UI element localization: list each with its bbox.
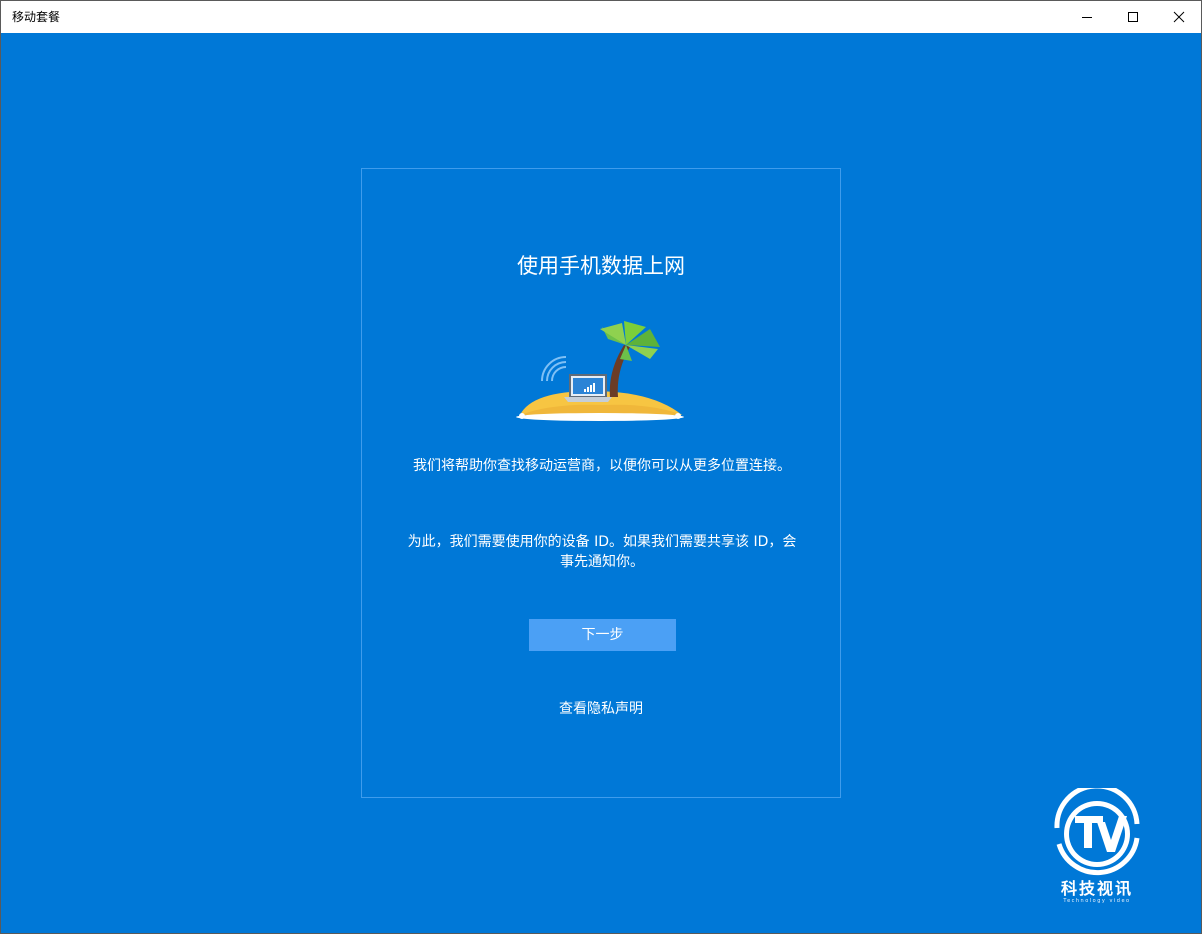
app-window: 移动套餐 使用手机数据上网 我们将帮助你查找移动运营商，以便你可以从更多位置连接…: [0, 0, 1202, 934]
privacy-statement-link[interactable]: 查看隐私声明: [362, 699, 840, 719]
watermark-name: 科技视讯: [1060, 879, 1133, 898]
minimize-button[interactable]: [1064, 1, 1110, 33]
content-area: 使用手机数据上网 我们将帮助你查找移动运营商，以便你可以从更多位置连接。 为此，…: [1, 33, 1201, 933]
tv-logo-icon: [1054, 783, 1140, 876]
window-title: 移动套餐: [12, 10, 61, 24]
minimize-icon: [1082, 17, 1092, 18]
close-icon: [1173, 11, 1185, 23]
description-paragraph-1: 我们将帮助你查找移动运营商，以便你可以从更多位置连接。: [413, 458, 791, 474]
maximize-button[interactable]: [1110, 1, 1156, 33]
title-bar[interactable]: 移动套餐: [1, 1, 1201, 33]
close-button[interactable]: [1156, 1, 1201, 33]
setup-panel: 使用手机数据上网 我们将帮助你查找移动运营商，以便你可以从更多位置连接。 为此，…: [361, 168, 841, 798]
maximize-icon: [1128, 12, 1138, 22]
watermark-logo: 科技视讯 Technology video: [1047, 783, 1147, 908]
description-paragraph-2: 为此，我们需要使用你的设备 ID。如果我们需要共享该 ID，会事先通知你。: [407, 534, 797, 570]
island-palm-tree-laptop-illustration: [516, 321, 684, 421]
next-button[interactable]: 下一步: [529, 619, 676, 651]
page-title: 使用手机数据上网: [517, 254, 685, 278]
watermark-subtitle: Technology video: [1063, 898, 1131, 904]
